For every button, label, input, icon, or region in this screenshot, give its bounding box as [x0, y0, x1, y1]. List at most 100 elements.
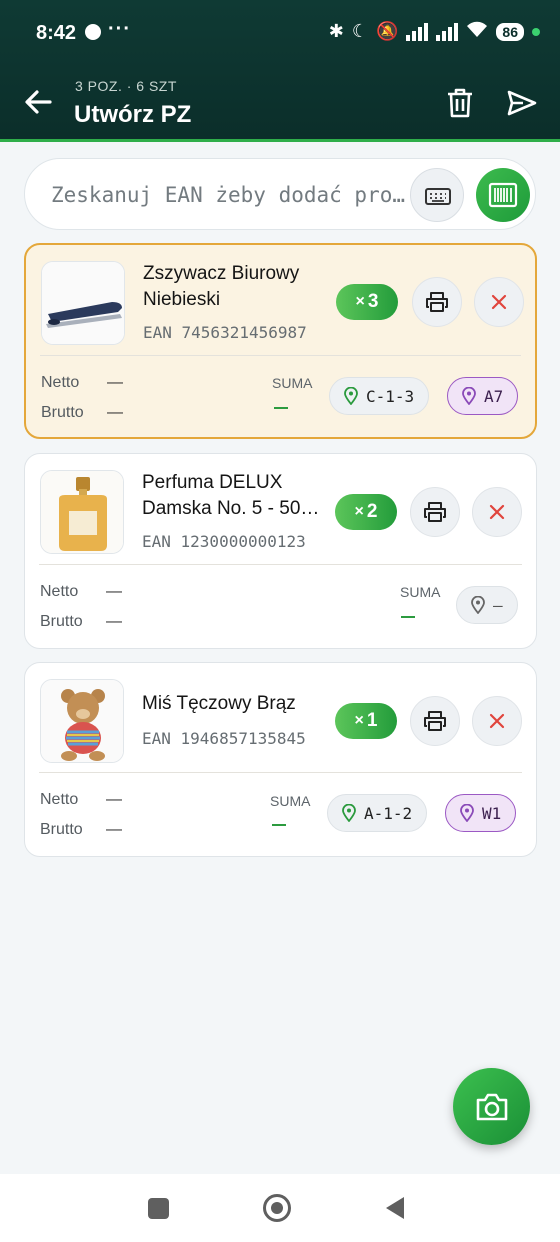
more-notifications-icon: ··· — [108, 18, 131, 40]
do-not-disturb-icon: ☾ — [351, 21, 368, 41]
divider — [39, 564, 522, 565]
send-icon[interactable] — [506, 89, 538, 117]
product-ean: EAN 1946857135845 — [142, 729, 306, 748]
recent-apps-icon[interactable] — [148, 1198, 169, 1219]
location-value: C-1-3 — [366, 386, 415, 406]
quantity-value: 1 — [366, 710, 378, 731]
printer-icon — [424, 711, 446, 731]
quantity-badge[interactable]: × 2 — [335, 494, 397, 530]
product-name-line-1: Zszywacz Biurowy — [143, 263, 300, 284]
location-value: A-1-2 — [364, 803, 413, 823]
keyboard-button[interactable] — [410, 168, 464, 222]
barcode-icon — [488, 182, 518, 208]
app-bar: 3 POZ. · 6 SZT Utwórz PZ — [0, 64, 560, 142]
quantity-prefix: × — [354, 503, 364, 520]
remove-button[interactable] — [472, 487, 522, 537]
page-title: Utwórz PZ — [74, 101, 192, 128]
quantity-badge[interactable]: × 1 — [335, 703, 397, 739]
back-triangle-icon[interactable] — [386, 1197, 404, 1219]
location-value: — — [493, 595, 503, 615]
product-card[interactable]: Perfuma DELUX Damska No. 5 - 50ml EAN 12… — [24, 453, 537, 649]
trash-icon[interactable] — [446, 88, 474, 118]
back-arrow-icon[interactable] — [22, 86, 54, 118]
product-name: Zszywacz Biurowy Niebieski — [143, 261, 321, 313]
brutto-label: Brutto — [41, 404, 84, 421]
suma-value — [272, 824, 286, 826]
warehouse-value: W1 — [482, 803, 502, 823]
product-ean: EAN 1230000000123 — [142, 532, 306, 551]
mute-icon: 🔕 — [376, 21, 399, 41]
product-name-line-1: Miś Tęczowy Brąz — [142, 693, 296, 714]
netto-value: — — [106, 583, 122, 600]
location-badge[interactable]: — — [456, 586, 518, 624]
location-pin-icon — [460, 804, 474, 822]
remove-button[interactable] — [474, 277, 524, 327]
quantity-value: 2 — [366, 501, 378, 522]
printer-icon — [424, 502, 446, 522]
brutto-value: — — [106, 821, 122, 838]
home-icon[interactable] — [263, 1194, 291, 1222]
keyboard-icon — [425, 188, 451, 205]
brutto-label: Brutto — [40, 613, 83, 630]
product-ean: EAN 7456321456987 — [143, 323, 307, 342]
netto-label: Netto — [40, 791, 79, 808]
warehouse-badge[interactable]: A7 — [447, 377, 519, 415]
battery-icon: 86 — [496, 22, 524, 41]
quantity-prefix: × — [354, 712, 364, 729]
netto-value: — — [106, 791, 122, 808]
printer-icon — [426, 292, 448, 312]
close-icon — [489, 713, 505, 729]
status-bar: 8:42 ··· ✱ ☾ 🔕 86 — [0, 0, 560, 64]
camera-button[interactable] — [453, 1068, 530, 1145]
camera-icon — [476, 1093, 507, 1120]
remove-button[interactable] — [472, 696, 522, 746]
divider — [40, 355, 521, 356]
product-name-line-1: Perfuma DELUX — [142, 472, 283, 493]
product-image-teddy-bear — [40, 679, 124, 763]
location-pin-icon — [471, 596, 485, 614]
product-name-line-2: Niebieski — [143, 289, 221, 310]
product-card[interactable]: Miś Tęczowy Brąz EAN 1946857135845 × 1 Ne… — [24, 662, 537, 857]
close-icon — [489, 504, 505, 520]
print-button[interactable] — [410, 696, 460, 746]
netto-value: — — [107, 374, 123, 391]
status-time: 8:42 — [36, 22, 77, 44]
netto-label: Netto — [40, 583, 79, 600]
location-pin-icon — [342, 804, 356, 822]
brutto-label: Brutto — [40, 821, 83, 838]
location-pin-icon — [462, 387, 476, 405]
barcode-scan-button[interactable] — [476, 168, 530, 222]
product-name: Miś Tęczowy Brąz — [142, 691, 320, 719]
system-nav-bar — [0, 1174, 560, 1242]
location-pin-icon — [344, 387, 358, 405]
suma-label: SUMA — [400, 584, 441, 600]
top-bar: 8:42 ··· ✱ ☾ 🔕 86 3 POZ. · 6 SZT Utwórz … — [0, 0, 560, 142]
product-name: Perfuma DELUX Damska No. 5 - 50ml — [142, 470, 320, 522]
quantity-badge[interactable]: × 3 — [336, 284, 398, 320]
ean-search-bar[interactable]: Zeskanuj EAN żeby dodać produkt — [24, 158, 536, 230]
suma-value — [274, 407, 288, 409]
warehouse-badge[interactable]: W1 — [445, 794, 517, 832]
print-button[interactable] — [410, 487, 460, 537]
suma-label: SUMA — [272, 375, 313, 391]
brutto-value: — — [107, 404, 123, 421]
signal-icon — [406, 22, 429, 41]
signal-2-icon — [436, 22, 459, 41]
suma-label: SUMA — [270, 793, 311, 809]
location-badge[interactable]: C-1-3 — [329, 377, 430, 415]
product-name-line-2: Damska No. 5 - 50ml — [142, 498, 320, 519]
suma-value — [401, 616, 415, 618]
brutto-value: — — [106, 613, 122, 630]
location-badge[interactable]: A-1-2 — [327, 794, 428, 832]
header-subtitle: 3 POZ. · 6 SZT — [75, 78, 177, 94]
privacy-dot-icon — [532, 27, 540, 36]
ean-search-input[interactable]: Zeskanuj EAN żeby dodać produkt — [51, 183, 411, 207]
divider — [39, 772, 522, 773]
print-button[interactable] — [412, 277, 462, 327]
quantity-value: 3 — [367, 291, 379, 312]
product-image-stapler — [41, 261, 125, 345]
product-card[interactable]: Zszywacz Biurowy Niebieski EAN 745632145… — [24, 243, 537, 439]
netto-label: Netto — [41, 374, 80, 391]
quantity-prefix: × — [355, 293, 365, 310]
product-image-perfume — [40, 470, 124, 554]
